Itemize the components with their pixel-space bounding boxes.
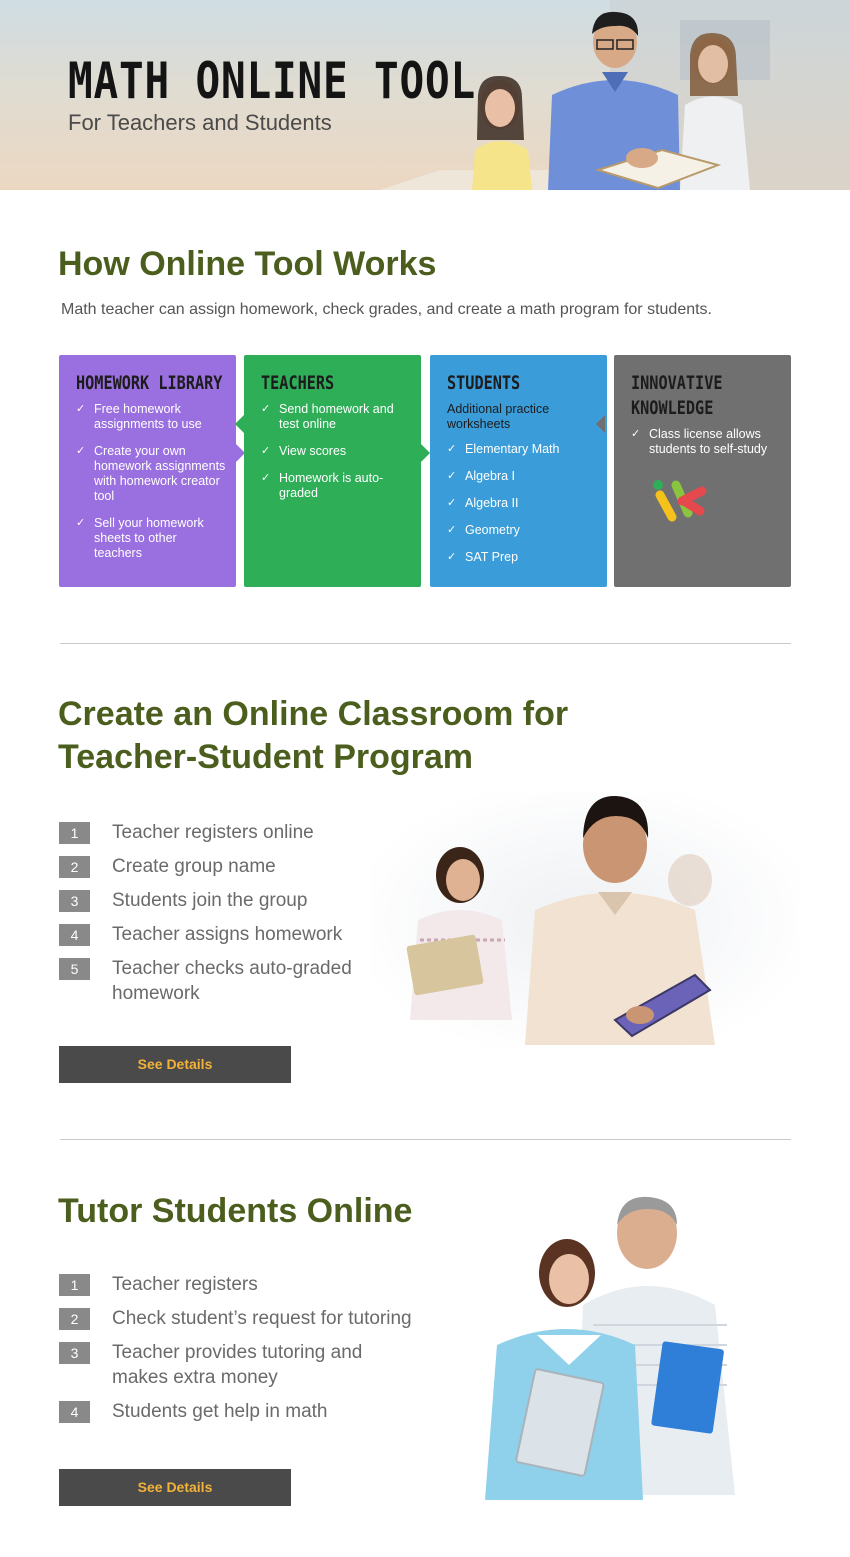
- step-number: 3: [59, 1342, 90, 1364]
- card-list-item: ✓ Algebra I: [447, 469, 516, 483]
- students-title: STUDENTS: [447, 372, 521, 394]
- card-list-item: ✓ Sell your homework sheets to other teac…: [76, 516, 204, 560]
- card-list-item: ✓ Create your own homework assignments wi…: [76, 444, 226, 503]
- checkmark-icon: ✓: [76, 445, 86, 457]
- step-text: Teacher registers online: [112, 822, 314, 843]
- step-number: 4: [59, 924, 90, 946]
- list-item: 4 Students get help in math: [59, 1401, 412, 1424]
- hero-people-photo: [380, 0, 850, 190]
- card-list-item: ✓ Free homework assignments to use: [76, 402, 202, 431]
- teachers-card: TEACHERS ✓ Send homework and test online …: [244, 355, 421, 587]
- innovative-knowledge-card: INNOVATIVE KNOWLEDGE ✓ Class license allo…: [614, 355, 791, 587]
- tutor-heading: Tutor Students Online: [58, 1192, 413, 1230]
- step-text: Teacher checks auto-graded homework: [112, 958, 352, 1004]
- classroom-heading: Create an Online Classroom for Teacher-S…: [58, 695, 569, 776]
- card-list-item: ✓ Geometry: [447, 523, 520, 537]
- list-item: 3 Teacher provides tutoring and makes ext…: [59, 1342, 412, 1390]
- checkmark-icon: ✓: [261, 472, 271, 484]
- step-text: Students get help in math: [112, 1401, 328, 1422]
- card-list-item: ✓ Elementary Math: [447, 442, 560, 456]
- step-text: Teacher assigns homework: [112, 924, 343, 945]
- card-list-item: ✓ SAT Prep: [447, 550, 519, 564]
- innovative-title: INNOVATIVE: [631, 372, 723, 394]
- list-item: 4 Teacher assigns homework: [59, 924, 382, 947]
- step-number: 4: [59, 1401, 90, 1423]
- checkmark-icon: ✓: [447, 443, 457, 455]
- checkmark-icon: ✓: [261, 403, 271, 415]
- step-text: Teacher provides tutoring and makes extr…: [112, 1342, 363, 1388]
- checkmark-icon: ✓: [447, 497, 457, 509]
- checkmark-icon: ✓: [447, 470, 457, 482]
- tutor-steps: 1 Teacher registers 2 Check student’s requ…: [59, 1274, 412, 1435]
- section-divider: [60, 1139, 791, 1140]
- step-text: Check student’s request for tutoring: [112, 1308, 412, 1329]
- checkmark-icon: ✓: [447, 551, 457, 563]
- step-text: Teacher registers: [112, 1274, 258, 1295]
- list-item: 1 Teacher registers: [59, 1274, 412, 1297]
- classroom-people-photo: [370, 790, 800, 1050]
- list-item: 1 Teacher registers online: [59, 822, 382, 845]
- arrow-connector: [421, 444, 430, 462]
- students-card: STUDENTS Additional practice worksheets …: [430, 355, 607, 587]
- list-item: 3 Students join the group: [59, 890, 382, 913]
- teachers-title: TEACHERS: [261, 372, 335, 394]
- arrow-connector: [596, 415, 605, 433]
- section-divider: [60, 643, 791, 644]
- step-number: 2: [59, 856, 90, 878]
- classroom-see-details-button[interactable]: See Details: [59, 1046, 291, 1083]
- how-heading: How Online Tool Works: [58, 245, 437, 283]
- step-number: 3: [59, 890, 90, 912]
- knowledge-title: KNOWLEDGE: [631, 397, 714, 419]
- arrow-connector: [235, 415, 244, 433]
- how-intro: Math teacher can assign homework, check …: [61, 301, 712, 318]
- list-item: 5 Teacher checks auto-graded homework: [59, 958, 382, 1006]
- checkmark-icon: ✓: [261, 445, 271, 457]
- card-list-item: ✓ Send homework and test online: [261, 402, 394, 431]
- ik-logo-icon: [653, 480, 707, 522]
- tutor-people-photo: [485, 1196, 735, 1500]
- step-text: Create group name: [112, 856, 276, 877]
- checkmark-icon: ✓: [76, 403, 86, 415]
- checkmark-icon: ✓: [631, 428, 641, 440]
- list-item: 2 Check student’s request for tutoring: [59, 1308, 412, 1331]
- step-number: 1: [59, 1274, 90, 1296]
- step-number: 5: [59, 958, 90, 980]
- step-number: 2: [59, 1308, 90, 1330]
- homework-library-title: HOMEWORK LIBRARY: [76, 372, 223, 394]
- hero-subtitle: For Teachers and Students: [68, 110, 332, 135]
- checkmark-icon: ✓: [76, 517, 86, 529]
- classroom-steps: 1 Teacher registers online 2 Create group …: [59, 822, 382, 1017]
- step-text: Students join the group: [112, 890, 308, 911]
- card-list-item: ✓ Class license allows students to self-s…: [631, 427, 768, 456]
- step-number: 1: [59, 822, 90, 844]
- tutor-see-details-button[interactable]: See Details: [59, 1469, 291, 1506]
- card-list-item: ✓ Homework is auto-graded: [261, 471, 384, 500]
- card-list-item: ✓ View scores: [261, 444, 347, 458]
- list-item: 2 Create group name: [59, 856, 382, 879]
- students-note: Additional practice worksheets: [447, 402, 550, 431]
- hero-banner: MATH ONLINE TOOL For Teachers and Studen…: [0, 0, 850, 190]
- homework-library-card: HOMEWORK LIBRARY ✓ Free homework assignme…: [59, 355, 236, 587]
- checkmark-icon: ✓: [447, 524, 457, 536]
- card-list-item: ✓ Algebra II: [447, 496, 519, 510]
